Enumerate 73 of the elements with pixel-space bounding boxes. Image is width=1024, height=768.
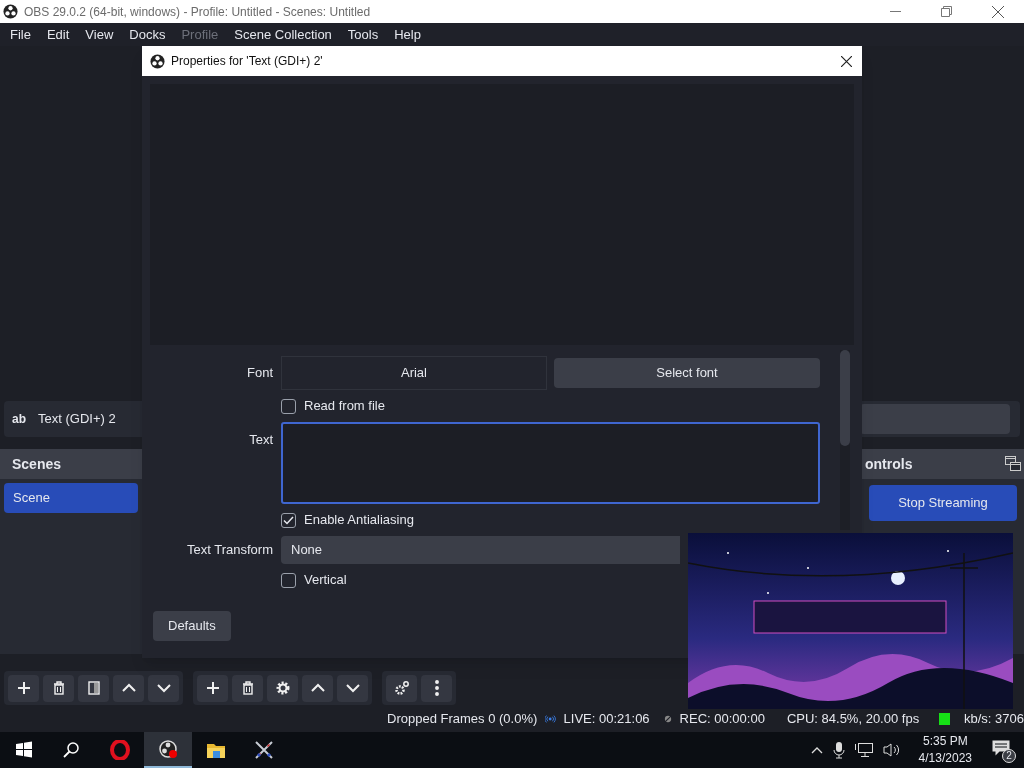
trash-button[interactable] bbox=[232, 674, 263, 702]
ring-icon[interactable] bbox=[110, 740, 130, 760]
chevron-up-button[interactable] bbox=[113, 674, 144, 702]
chevron-up-icon[interactable] bbox=[810, 746, 823, 754]
chevron-down-button[interactable] bbox=[337, 674, 368, 702]
obs-recording-icon[interactable] bbox=[158, 739, 178, 759]
plus-button[interactable] bbox=[197, 674, 228, 702]
menu-item[interactable]: View bbox=[77, 24, 122, 45]
gradient-square-button[interactable] bbox=[78, 674, 109, 702]
clock-date[interactable]: 4/13/2023 bbox=[918, 750, 972, 767]
gradient-square-icon bbox=[85, 680, 102, 696]
plus-icon bbox=[15, 680, 32, 696]
more-icon bbox=[434, 680, 439, 696]
chevron-down-button[interactable] bbox=[148, 674, 179, 702]
bitrate-text: kb/s: 3706 bbox=[964, 710, 1024, 729]
dropped-frames-text: Dropped Frames 0 (0.0%) bbox=[387, 710, 538, 729]
menu-item[interactable]: Tools bbox=[339, 24, 387, 45]
checkbox[interactable] bbox=[281, 398, 296, 414]
checkbox-label[interactable]: Read from file bbox=[304, 396, 385, 416]
bitrate-indicator bbox=[939, 713, 950, 725]
settings-icon bbox=[274, 680, 291, 696]
trash-button[interactable] bbox=[43, 674, 74, 702]
dock-title: Scenes bbox=[12, 454, 62, 474]
notification-count-badge: 2 bbox=[1002, 749, 1016, 763]
dock-title: ontrols bbox=[865, 454, 913, 474]
checkbox-label[interactable]: Vertical bbox=[304, 570, 347, 590]
live-time-text: LIVE: 00:21:06 bbox=[563, 710, 650, 729]
menu-item[interactable]: File bbox=[2, 24, 39, 45]
plus-icon bbox=[204, 680, 221, 696]
select-font-button[interactable]: Select font bbox=[554, 358, 820, 388]
checkbox[interactable] bbox=[281, 512, 296, 528]
obs-logo-icon bbox=[150, 53, 165, 69]
dialog-title: Properties for 'Text (GDI+) 2' bbox=[171, 53, 323, 70]
chevron-up-button[interactable] bbox=[302, 674, 333, 702]
menu-item[interactable]: Help bbox=[386, 24, 429, 45]
menu-item[interactable]: Docks bbox=[121, 24, 174, 45]
checkbox-label[interactable]: Enable Antialiasing bbox=[304, 510, 414, 530]
source-label: Text (GDI+) 2 bbox=[38, 410, 116, 429]
windows-logo-icon[interactable] bbox=[14, 740, 34, 760]
live-icon bbox=[545, 712, 556, 726]
float-dock-icon[interactable] bbox=[1005, 456, 1021, 472]
defaults-button[interactable]: Defaults bbox=[153, 611, 231, 641]
font-field[interactable]: Arial bbox=[281, 356, 547, 390]
text-transform-dropdown[interactable]: None bbox=[281, 536, 680, 564]
stop-streaming-button[interactable]: Stop Streaming bbox=[869, 485, 1017, 521]
cpu-fps-text: CPU: 84.5%, 20.00 fps bbox=[786, 710, 920, 729]
crossed-swords-icon[interactable] bbox=[254, 740, 274, 760]
gears-button[interactable] bbox=[386, 674, 417, 702]
checkbox[interactable] bbox=[281, 572, 296, 588]
property-label: Text bbox=[249, 432, 273, 447]
scrollbar-thumb[interactable] bbox=[840, 350, 850, 446]
plus-button[interactable] bbox=[8, 674, 39, 702]
property-label: Text Transform bbox=[187, 542, 273, 558]
more-button[interactable] bbox=[421, 674, 452, 702]
menu-item[interactable]: Edit bbox=[38, 24, 78, 45]
property-label: Font bbox=[247, 365, 273, 381]
close-icon[interactable] bbox=[992, 5, 1004, 18]
window-title: OBS 29.0.2 (64-bit, windows) - Profile: Untitled - Scenes: Untitled bbox=[24, 3, 371, 21]
restore-icon[interactable] bbox=[941, 6, 952, 17]
rec-time-text: REC: 00:00:00 bbox=[679, 710, 765, 729]
close-icon[interactable] bbox=[841, 55, 852, 67]
obs-logo-icon bbox=[3, 4, 18, 19]
search-icon[interactable] bbox=[62, 740, 82, 760]
microphone-icon[interactable] bbox=[832, 741, 845, 759]
menu-item[interactable]: Scene Collection bbox=[226, 24, 340, 45]
network-icon[interactable] bbox=[854, 742, 873, 758]
gears-icon bbox=[393, 680, 410, 696]
text-source-icon: ab bbox=[12, 410, 26, 428]
volume-icon[interactable] bbox=[882, 742, 901, 758]
clock-time[interactable]: 5:35 PM bbox=[922, 733, 968, 750]
settings-button[interactable] bbox=[267, 674, 298, 702]
scene-item[interactable]: Scene bbox=[4, 483, 138, 513]
text-input-field[interactable] bbox=[281, 422, 820, 504]
